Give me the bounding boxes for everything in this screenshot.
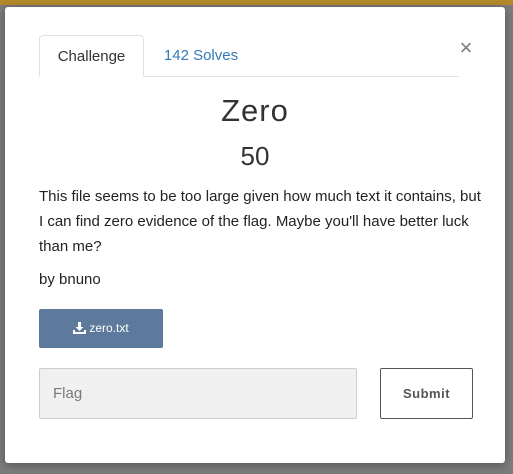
tab-solves[interactable]: 142 Solves	[151, 35, 251, 75]
challenge-description: This file seems to be too large given ho…	[39, 188, 481, 255]
challenge-tabs: Challenge 142 Solves	[39, 35, 459, 77]
file-download-button[interactable]: zero.txt	[39, 309, 163, 348]
tab-challenge[interactable]: Challenge	[39, 35, 144, 77]
challenge-title: Zero	[221, 93, 289, 128]
flag-input[interactable]	[39, 368, 357, 419]
challenge-points: 50	[240, 141, 270, 171]
file-download-label: zero.txt	[89, 321, 129, 335]
submit-button[interactable]: Submit	[380, 368, 473, 419]
challenge-modal: Challenge 142 Solves × Zero 50 This file…	[5, 7, 505, 463]
download-icon	[73, 322, 87, 334]
challenge-author: by bnuno	[39, 271, 101, 288]
close-icon[interactable]: ×	[456, 37, 476, 61]
